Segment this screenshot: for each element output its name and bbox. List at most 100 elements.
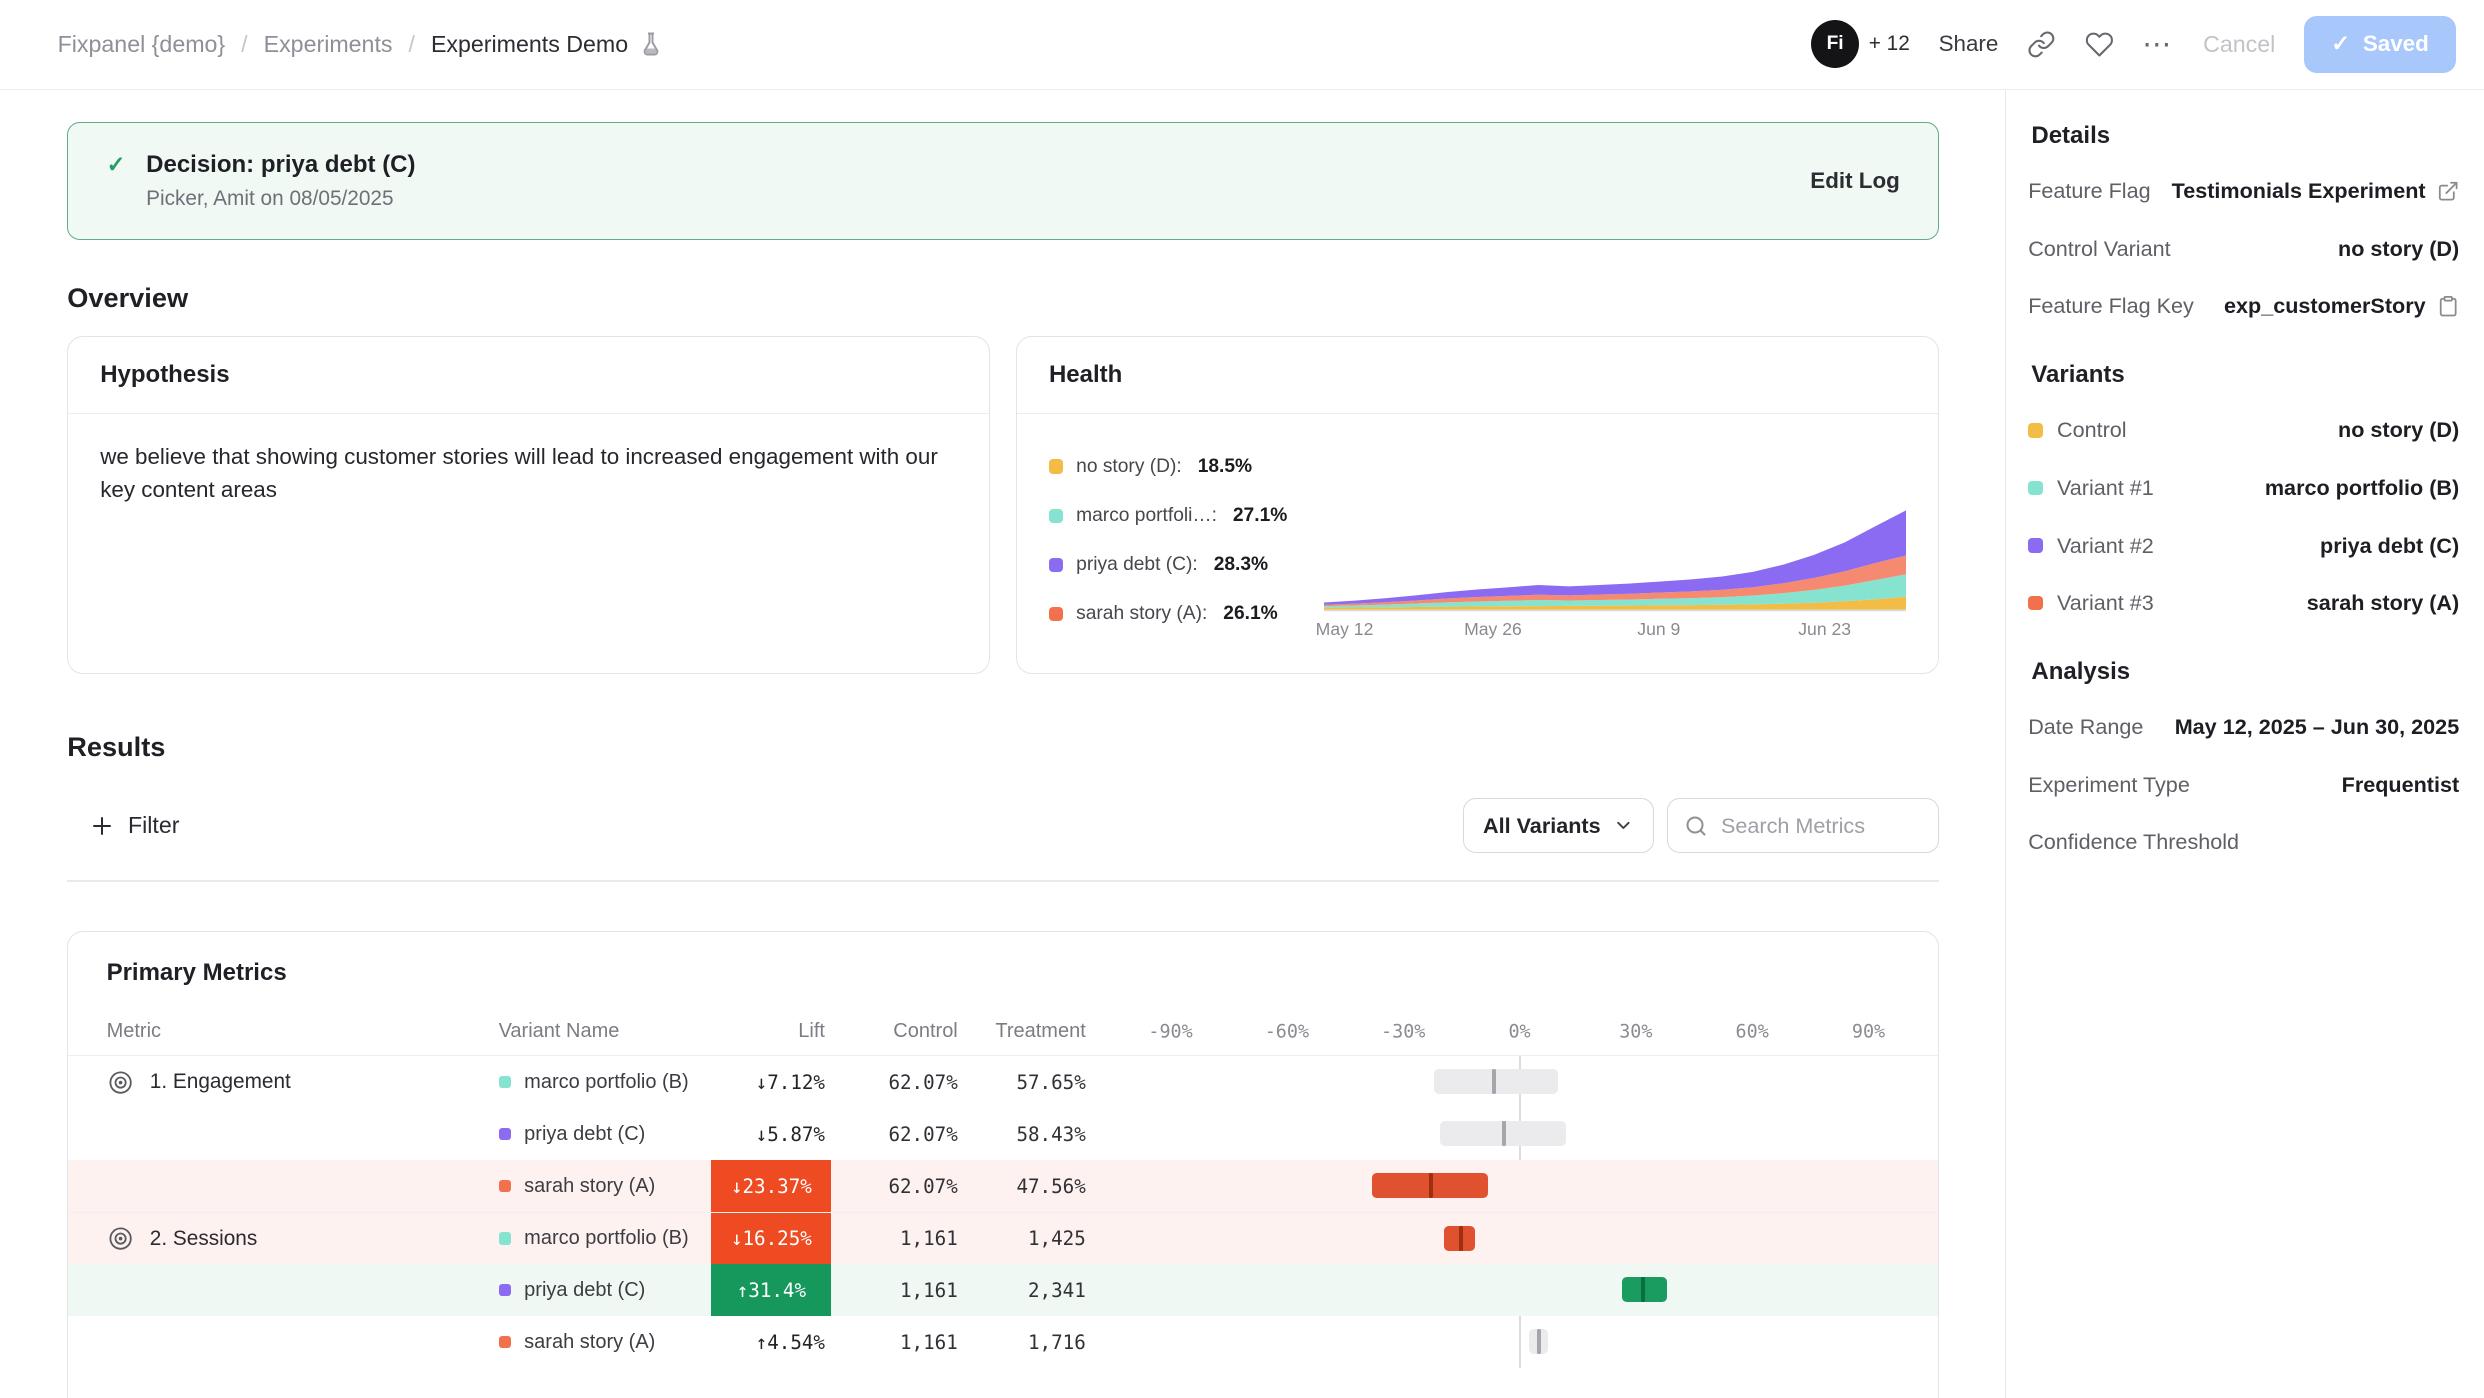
main-column: ✓ Decision: priya debt (C) Picker, Amit …: [0, 90, 2005, 1398]
decision-banner: ✓ Decision: priya debt (C) Picker, Amit …: [67, 122, 1939, 240]
variant-name: sarah story (A): [524, 1175, 655, 1198]
metric-row[interactable]: sarah story (A)↓23.37%62.07%47.56%: [68, 1160, 1938, 1212]
x-tick-label: May 12: [1316, 619, 1374, 640]
metric-row[interactable]: priya debt (C)↑31.4%1,1612,341: [68, 1264, 1938, 1316]
variants-dropdown[interactable]: All Variants: [1463, 798, 1655, 852]
variant-value: priya debt (C): [2320, 533, 2459, 559]
primary-metrics-title: Primary Metrics: [68, 932, 1938, 1008]
legend-color-dot: [1049, 607, 1063, 621]
metric-row[interactable]: 1. Engagementmarco portfolio (B)↓7.12%62…: [68, 1056, 1938, 1108]
variant-color-dot: [499, 1232, 512, 1245]
external-link-icon[interactable]: [2437, 180, 2459, 202]
check-icon: ✓: [2331, 31, 2350, 57]
col-variant-name: Variant Name: [499, 1020, 712, 1043]
confidence-interval-mean-tick: [1429, 1173, 1433, 1199]
cancel-button[interactable]: Cancel: [2203, 31, 2275, 58]
x-tick-label: May 26: [1464, 619, 1522, 640]
chevron-down-icon: [1613, 815, 1634, 836]
variant-color-dot: [499, 1128, 512, 1141]
target-metric-icon: [107, 1225, 134, 1252]
add-filter-button[interactable]: Filter: [67, 812, 179, 839]
axis-tick-label: -90%: [1148, 1021, 1192, 1042]
legend-color-dot: [1049, 509, 1063, 523]
health-x-axis: May 12May 26Jun 9Jun 23: [1324, 619, 1906, 645]
x-tick-label: Jun 23: [1798, 619, 1851, 640]
divider: [67, 880, 1939, 882]
metric-row[interactable]: 2. Sessionsmarco portfolio (B)↓16.25%1,1…: [68, 1212, 1938, 1264]
date-range-row: Date Range May 12, 2025 – Jun 30, 2025: [2028, 711, 2459, 743]
avatar[interactable]: Fi: [1811, 20, 1859, 68]
confidence-interval-mean-tick: [1502, 1121, 1506, 1147]
plus-icon: [90, 814, 114, 838]
breadcrumb-project[interactable]: Fixpanel {demo}: [58, 31, 226, 58]
edit-log-button[interactable]: Edit Log: [1810, 168, 1900, 194]
overview-heading: Overview: [67, 282, 1939, 314]
hypothesis-text: we believe that showing customer stories…: [68, 414, 989, 533]
health-chart-svg: [1324, 488, 1906, 616]
confidence-interval-bar: [1434, 1069, 1558, 1095]
analysis-heading: Analysis: [2031, 658, 2459, 686]
collaborator-count[interactable]: + 12: [1869, 32, 1910, 56]
variants-list: Controlno story (D)Variant #1marco portf…: [2028, 414, 2459, 619]
more-menu-icon[interactable]: ⋯: [2142, 27, 2174, 62]
axis-tick-label: 30%: [1619, 1021, 1652, 1042]
metric-name: 1. Engagement: [150, 1070, 291, 1094]
axis-ticks: -90%-60%-30%0%30%60%90%: [1086, 1008, 1938, 1055]
lift-value: ↓16.25%: [711, 1213, 831, 1264]
add-metric-button[interactable]: Add: [68, 1368, 189, 1398]
variant-value: marco portfolio (B): [2265, 475, 2459, 501]
results-heading: Results: [67, 731, 1939, 763]
breadcrumb-separator: /: [241, 31, 247, 58]
search-metrics-input[interactable]: [1721, 813, 1913, 839]
feature-flag-row: Feature Flag Testimonials Experiment: [2028, 175, 2459, 207]
axis-tick-label: -30%: [1381, 1021, 1425, 1042]
variant-name: marco portfolio (B): [524, 1071, 689, 1094]
metric-row[interactable]: sarah story (A)↑4.54%1,1611,716: [68, 1316, 1938, 1368]
health-title: Health: [1017, 337, 1938, 414]
decision-subtitle: Picker, Amit on 08/05/2025: [146, 187, 415, 211]
variant-color-dot: [2028, 481, 2042, 495]
legend-color-dot: [1049, 459, 1063, 473]
hypothesis-title: Hypothesis: [68, 337, 989, 414]
variants-section: Variants Controlno story (D)Variant #1ma…: [2028, 361, 2459, 619]
health-legend: no story (D):18.5%marco portfoli…:27.1%p…: [1049, 440, 1324, 645]
feature-flag-value[interactable]: Testimonials Experiment: [2172, 178, 2426, 204]
metrics-table-body: 1. Engagementmarco portfolio (B)↓7.12%62…: [68, 1056, 1938, 1368]
variant-label: Variant #3: [2057, 590, 2154, 616]
confidence-interval-mean-tick: [1641, 1277, 1645, 1303]
search-icon: [1684, 814, 1708, 838]
experiment-type-row: Experiment Type Frequentist: [2028, 769, 2459, 801]
variant-name: priya debt (C): [524, 1279, 645, 1302]
variant-value: no story (D): [2338, 417, 2459, 443]
favorite-heart-icon[interactable]: [2085, 30, 2114, 59]
breadcrumb: Fixpanel {demo} / Experiments / Experime…: [58, 31, 664, 58]
experiment-type-value: Frequentist: [2342, 772, 2460, 798]
variant-label: Variant #2: [2057, 533, 2154, 559]
axis-tick-label: 60%: [1736, 1021, 1769, 1042]
metric-name: 2. Sessions: [150, 1227, 258, 1251]
variant-color-dot: [499, 1336, 512, 1349]
confidence-interval-cell: [1086, 1056, 1938, 1108]
variant-row: Variant #2 priya debt (C): [2028, 530, 2459, 562]
metric-row[interactable]: priya debt (C)↓5.87%62.07%58.43%: [68, 1108, 1938, 1160]
variant-row: Controlno story (D): [2028, 414, 2459, 446]
copy-link-icon[interactable]: [2027, 30, 2056, 59]
treatment-value: 2,341: [958, 1279, 1086, 1302]
top-bar-actions: Fi + 12 Share ⋯ Cancel ✓Saved: [1811, 16, 2456, 74]
copy-clipboard-icon[interactable]: [2437, 295, 2459, 317]
axis-tick-label: -60%: [1265, 1021, 1309, 1042]
variants-heading: Variants: [2031, 361, 2459, 389]
experiments-page: Fixpanel {demo} / Experiments / Experime…: [0, 0, 2484, 1398]
variant-color-dot: [2028, 538, 2042, 552]
details-heading: Details: [2031, 122, 2459, 150]
overview-cards: Hypothesis we believe that showing custo…: [67, 336, 1939, 674]
page-title: Experiments Demo: [431, 31, 628, 58]
check-icon: ✓: [107, 152, 126, 178]
share-button[interactable]: Share: [1939, 31, 1999, 57]
analysis-section: Analysis Date Range May 12, 2025 – Jun 3…: [2028, 658, 2459, 859]
confidence-interval-mean-tick: [1492, 1069, 1496, 1095]
control-value: 62.07%: [831, 1071, 957, 1094]
breadcrumb-experiments[interactable]: Experiments: [264, 31, 393, 58]
saved-button[interactable]: ✓Saved: [2304, 16, 2456, 74]
health-chart: May 12May 26Jun 9Jun 23: [1324, 440, 1906, 645]
